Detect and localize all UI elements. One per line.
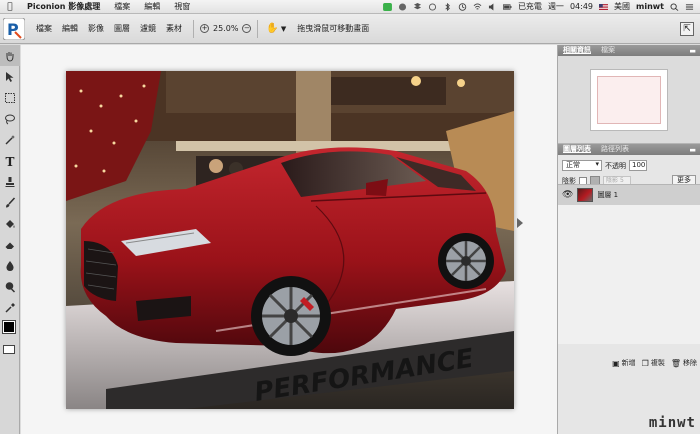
menu-window[interactable]: 視窗 bbox=[167, 1, 197, 12]
watermark: minwt bbox=[648, 415, 696, 431]
opacity-label: 不透明 bbox=[605, 161, 626, 170]
toolbar-menu-assets[interactable]: 素材 bbox=[161, 23, 187, 34]
search-icon[interactable] bbox=[670, 2, 679, 11]
layer-list: 👁 圖層 1 bbox=[558, 184, 700, 344]
marquee-tool-icon[interactable] bbox=[0, 87, 20, 108]
dodge-tool-icon[interactable] bbox=[0, 276, 20, 297]
layers-menu-icon[interactable]: ▬ bbox=[689, 146, 696, 154]
car-photo: PERFORMANCE bbox=[66, 71, 514, 409]
navigator-header: 相關資訊 檔案 ▬ bbox=[558, 45, 700, 56]
trash-icon: 🗑 bbox=[670, 358, 681, 368]
shadow-num: 5 bbox=[619, 176, 624, 184]
side-arrow-icon bbox=[517, 218, 523, 228]
skype-icon[interactable] bbox=[398, 2, 407, 11]
tab-file[interactable]: 檔案 bbox=[596, 45, 620, 56]
opacity-input[interactable]: 100 bbox=[629, 160, 647, 171]
layer-actions: ▣ 新增 ❐ 複製 🗑 移除 bbox=[558, 356, 700, 370]
dropbox-icon[interactable] bbox=[413, 2, 422, 11]
hand-tool-icon[interactable] bbox=[0, 45, 20, 66]
delete-layer-label: 移除 bbox=[683, 359, 697, 367]
zoom-in-icon[interactable]: + bbox=[200, 24, 209, 33]
tab-layers[interactable]: 圖層列表 bbox=[558, 144, 596, 155]
toolbar-menu-layer[interactable]: 圖層 bbox=[109, 23, 135, 34]
zoom-value: 25.0% bbox=[213, 24, 239, 33]
layer-thumbnail bbox=[577, 188, 594, 202]
hand-icon[interactable]: ✋ bbox=[266, 23, 278, 34]
duplicate-layer-label: 複製 bbox=[650, 359, 665, 367]
blend-mode-select[interactable]: 正常 bbox=[562, 160, 602, 171]
user-name[interactable]: minwt bbox=[636, 2, 664, 11]
toolbar-menu-image[interactable]: 影像 bbox=[83, 23, 109, 34]
fullscreen-icon[interactable]: ⇱ bbox=[680, 21, 694, 36]
new-layer-button[interactable]: ▣ 新增 bbox=[612, 358, 636, 368]
hand-tool-hint: 拖曳滑鼠可移動畫面 bbox=[297, 24, 370, 33]
bluetooth-icon[interactable] bbox=[443, 2, 452, 11]
menu-edit[interactable]: 編輯 bbox=[137, 1, 167, 12]
tool-palette: T bbox=[0, 45, 20, 434]
eraser-tool-icon[interactable] bbox=[0, 234, 20, 255]
notify-icon[interactable] bbox=[428, 2, 437, 11]
battery-icon[interactable] bbox=[502, 3, 512, 11]
toolbar-menu-edit[interactable]: 編輯 bbox=[57, 23, 83, 34]
duplicate-layer-icon: ❐ bbox=[641, 358, 649, 368]
toolbar-menu-filter[interactable]: 濾鏡 bbox=[135, 23, 161, 34]
mac-menubar:  Piconion 影像處理 檔案 編輯 視窗 已充電 週一 04:49 美國… bbox=[0, 0, 700, 14]
new-layer-icon: ▣ bbox=[612, 358, 620, 368]
canvas-image[interactable]: PERFORMANCE bbox=[66, 71, 514, 409]
apple-icon[interactable]:  bbox=[0, 2, 20, 12]
toolbar-divider bbox=[257, 19, 259, 38]
zoom-out-icon[interactable]: − bbox=[242, 24, 252, 33]
input-language[interactable]: 美國 bbox=[614, 1, 630, 12]
list-icon[interactable] bbox=[685, 3, 694, 11]
magic-wand-tool-icon[interactable] bbox=[0, 129, 20, 150]
panel-menu-icon[interactable]: ▬ bbox=[689, 47, 696, 55]
svg-text:T: T bbox=[6, 155, 15, 167]
text-tool-icon[interactable]: T bbox=[0, 150, 20, 171]
dropdown-triangle-icon[interactable]: ▼ bbox=[281, 25, 286, 33]
layers-header: 圖層列表 路徑列表 ▬ bbox=[558, 144, 700, 155]
tab-info[interactable]: 相關資訊 bbox=[558, 45, 596, 56]
delete-layer-button[interactable]: 🗑 移除 bbox=[671, 358, 697, 368]
layer-row[interactable]: 👁 圖層 1 bbox=[558, 185, 700, 205]
menu-file[interactable]: 檔案 bbox=[107, 1, 137, 12]
lasso-tool-icon[interactable] bbox=[0, 108, 20, 129]
blur-tool-icon[interactable] bbox=[0, 255, 20, 276]
new-layer-label: 新增 bbox=[621, 359, 636, 367]
toolbar-divider bbox=[193, 19, 194, 38]
stamp-tool-icon[interactable] bbox=[0, 171, 20, 192]
line-app-icon[interactable] bbox=[382, 2, 392, 11]
toolbar-menu-file[interactable]: 檔案 bbox=[31, 23, 57, 34]
layer-name[interactable]: 圖層 1 bbox=[597, 190, 618, 200]
blend-row: 正常 不透明 100 bbox=[558, 158, 700, 173]
svg-text:P: P bbox=[7, 20, 19, 39]
foreground-color-swatch[interactable] bbox=[3, 321, 15, 333]
volume-icon[interactable] bbox=[488, 2, 497, 11]
navigator-thumbnail[interactable] bbox=[590, 68, 668, 131]
weekday: 週一 bbox=[547, 2, 564, 11]
canvas-workspace[interactable]: PERFORMANCE bbox=[21, 45, 557, 434]
zoom-control: + 25.0% − bbox=[200, 24, 252, 33]
brush-tool-icon[interactable] bbox=[0, 192, 20, 213]
fill-tool-icon[interactable] bbox=[0, 213, 20, 234]
wifi-icon[interactable] bbox=[473, 2, 482, 11]
move-tool-icon[interactable] bbox=[0, 66, 20, 87]
eyedropper-tool-icon[interactable] bbox=[0, 297, 20, 318]
background-color-swatch[interactable] bbox=[3, 345, 15, 354]
clock-icon[interactable] bbox=[458, 2, 467, 11]
eye-icon[interactable]: 👁 bbox=[562, 190, 573, 200]
charge-status: 已充電 bbox=[517, 2, 542, 11]
navigator-viewport[interactable] bbox=[597, 75, 661, 124]
navigator-preview bbox=[558, 56, 700, 144]
side-panel: 相關資訊 檔案 ▬ 圖層列表 路徑列表 ▬ 正常 不透明 100 陰影 陰影 5… bbox=[557, 45, 700, 434]
us-flag-icon bbox=[599, 3, 608, 10]
app-toolbar: P 檔案 編輯 影像 圖層 濾鏡 素材 + 25.0% − ✋ ▼ 拖曳滑鼠可移… bbox=[0, 14, 700, 44]
piconion-logo: P bbox=[2, 17, 26, 40]
menubar-status-area: 已充電 週一 04:49 美國 minwt bbox=[382, 1, 700, 12]
tab-paths[interactable]: 路徑列表 bbox=[596, 144, 634, 155]
duplicate-layer-button[interactable]: ❐ 複製 bbox=[642, 358, 665, 368]
shadow-field-label: 陰影 bbox=[606, 176, 619, 184]
menu-app-name[interactable]: Piconion 影像處理 bbox=[20, 1, 107, 12]
clock-time[interactable]: 04:49 bbox=[570, 2, 593, 11]
